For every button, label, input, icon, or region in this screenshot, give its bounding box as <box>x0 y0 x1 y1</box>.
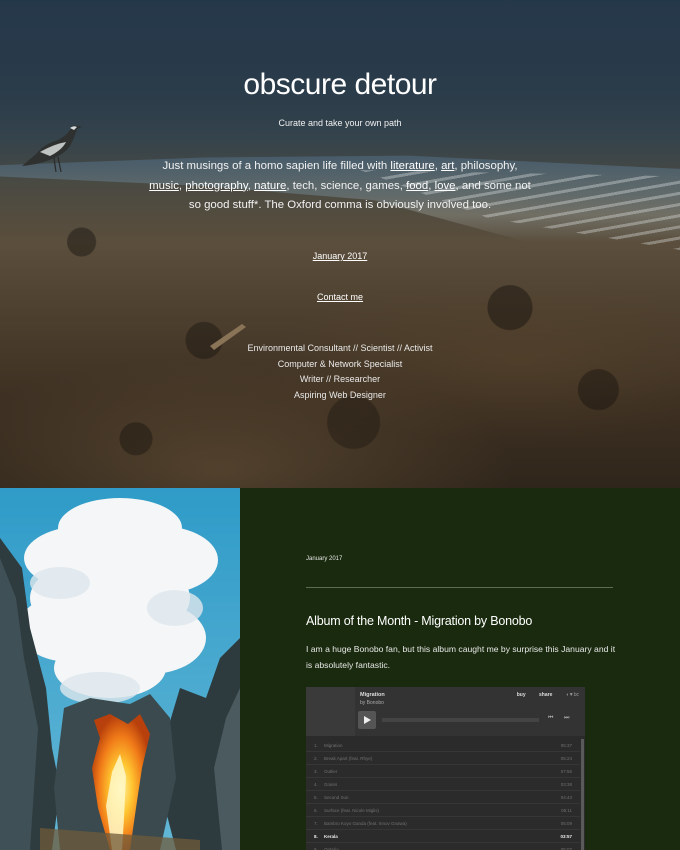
track-title: Break Apart (feat. Rhye) <box>324 756 373 761</box>
track-duration: 03:57 <box>560 834 572 839</box>
player-actions: buy share ◖▼bc <box>505 692 579 698</box>
link-photography[interactable]: photography <box>185 180 248 192</box>
hero-content: obscure detour Curate and take your own … <box>0 0 680 488</box>
intro-text-part: Just musings of a homo sapien life fille… <box>162 160 391 172</box>
track-title: Surface (feat. Nicole Miglis) <box>324 808 380 813</box>
track-duration: 05:09 <box>560 821 572 826</box>
track-title: Grains <box>324 782 338 787</box>
contact-link[interactable]: Contact me <box>317 292 363 302</box>
track-title: Bambro Koyo Ganda (feat. Innov Gnawa) <box>324 821 407 826</box>
scrollbar-thumb[interactable] <box>581 739 584 850</box>
track-number: 3. <box>314 769 318 774</box>
track-number: 1. <box>314 743 318 748</box>
intro-text: Just musings of a homo sapien life fille… <box>145 157 535 216</box>
previous-track-icon[interactable]: ⏮ <box>548 715 553 722</box>
track-title: Second Sun <box>324 795 349 800</box>
buy-button[interactable]: buy <box>517 692 526 698</box>
track-duration: 03:38 <box>560 782 572 787</box>
role-line: Aspiring Web Designer <box>294 389 386 400</box>
track-row[interactable]: 6. Surface (feat. Nicole Miglis) 05:11 <box>306 804 580 817</box>
track-number: 2. <box>314 756 318 761</box>
track-number: 7. <box>314 821 318 826</box>
track-row[interactable]: 4. Grains 03:38 <box>306 778 580 791</box>
link-nature[interactable]: nature <box>254 180 286 192</box>
intro-text-part: , <box>178 179 183 192</box>
post-divider <box>306 587 613 588</box>
site-tagline: Curate and take your own path <box>278 118 402 128</box>
post-body: I am a huge Bonobo fan, but this album c… <box>306 644 616 670</box>
track-row[interactable]: 2. Break Apart (feat. Rhye) 05:24 <box>306 752 580 765</box>
bandcamp-player: Migration by Bonobo buy share ◖▼bc ⏮ ⏭ 1… <box>306 687 585 850</box>
track-number: 6. <box>314 808 318 813</box>
track-row[interactable]: 5. Second Sun 04:43 <box>306 791 580 804</box>
player-album-title[interactable]: Migration <box>360 692 385 698</box>
next-track-icon[interactable]: ⏭ <box>564 715 569 722</box>
role-line: Computer & Network Specialist <box>277 358 403 369</box>
player-cover-image[interactable] <box>306 687 355 736</box>
link-food[interactable]: food <box>406 180 428 192</box>
album-artwork-image <box>0 488 240 850</box>
track-row[interactable]: 8. Kerala 03:57 <box>306 830 580 843</box>
hero-banner: obscure detour Curate and take your own … <box>0 0 680 488</box>
link-love[interactable]: love <box>435 180 456 192</box>
site-title: obscure detour <box>243 68 437 101</box>
track-list: 1. Migration 05:37 2. Break Apart (feat. Rhy… <box>306 739 580 850</box>
player-header: Migration by Bonobo buy share ◖▼bc ⏮ ⏭ <box>306 687 585 736</box>
role-line: Writer // Researcher <box>299 374 381 384</box>
archive-link-row: January 2017 <box>0 251 680 261</box>
play-icon <box>364 716 371 724</box>
track-title: Outlier <box>324 769 338 774</box>
track-title: Migration <box>324 743 343 748</box>
role-line: Environmental Consultant // Scientist //… <box>247 343 433 353</box>
track-list-scrollbar[interactable] <box>581 739 584 850</box>
post-section: January 2017 Album of the Month - Migrat… <box>240 488 680 850</box>
track-number: 8. <box>314 834 318 839</box>
link-music[interactable]: music <box>149 180 179 192</box>
track-duration: 05:24 <box>560 756 572 761</box>
track-row[interactable]: 3. Outlier 07:56 <box>306 765 580 778</box>
roles-list: Environmental Consultant // Scientist //… <box>0 341 680 403</box>
bandcamp-logo-icon[interactable]: ◖▼bc <box>566 692 579 698</box>
archive-link[interactable]: January 2017 <box>313 251 368 261</box>
track-duration: 05:11 <box>561 808 572 813</box>
player-artist[interactable]: by Bonobo <box>360 700 384 706</box>
track-title: Kerala <box>324 834 338 839</box>
track-row[interactable]: 7. Bambro Koyo Ganda (feat. Innov Gnawa) 0… <box>306 817 580 830</box>
progress-bar[interactable] <box>382 718 539 722</box>
post-date: January 2017 <box>306 556 343 562</box>
share-button[interactable]: share <box>539 692 552 698</box>
track-row[interactable]: 1. Migration 05:37 <box>306 739 580 752</box>
track-row[interactable]: 9. Ontario 05:07 <box>306 843 580 850</box>
intro-text-part: , philosophy, <box>454 160 518 172</box>
contact-link-row: Contact me <box>0 292 680 302</box>
track-duration: 04:43 <box>560 795 572 800</box>
link-literature[interactable]: literature <box>390 160 434 172</box>
track-duration: 05:37 <box>560 743 572 748</box>
post-title[interactable]: Album of the Month - Migration by Bonobo <box>306 614 532 628</box>
track-number: 4. <box>314 782 318 787</box>
intro-text-part: , tech, science, games, <box>286 179 407 192</box>
play-button[interactable] <box>358 711 376 729</box>
track-number: 5. <box>314 795 318 800</box>
track-duration: 07:56 <box>560 769 572 774</box>
link-art[interactable]: art <box>441 160 454 172</box>
